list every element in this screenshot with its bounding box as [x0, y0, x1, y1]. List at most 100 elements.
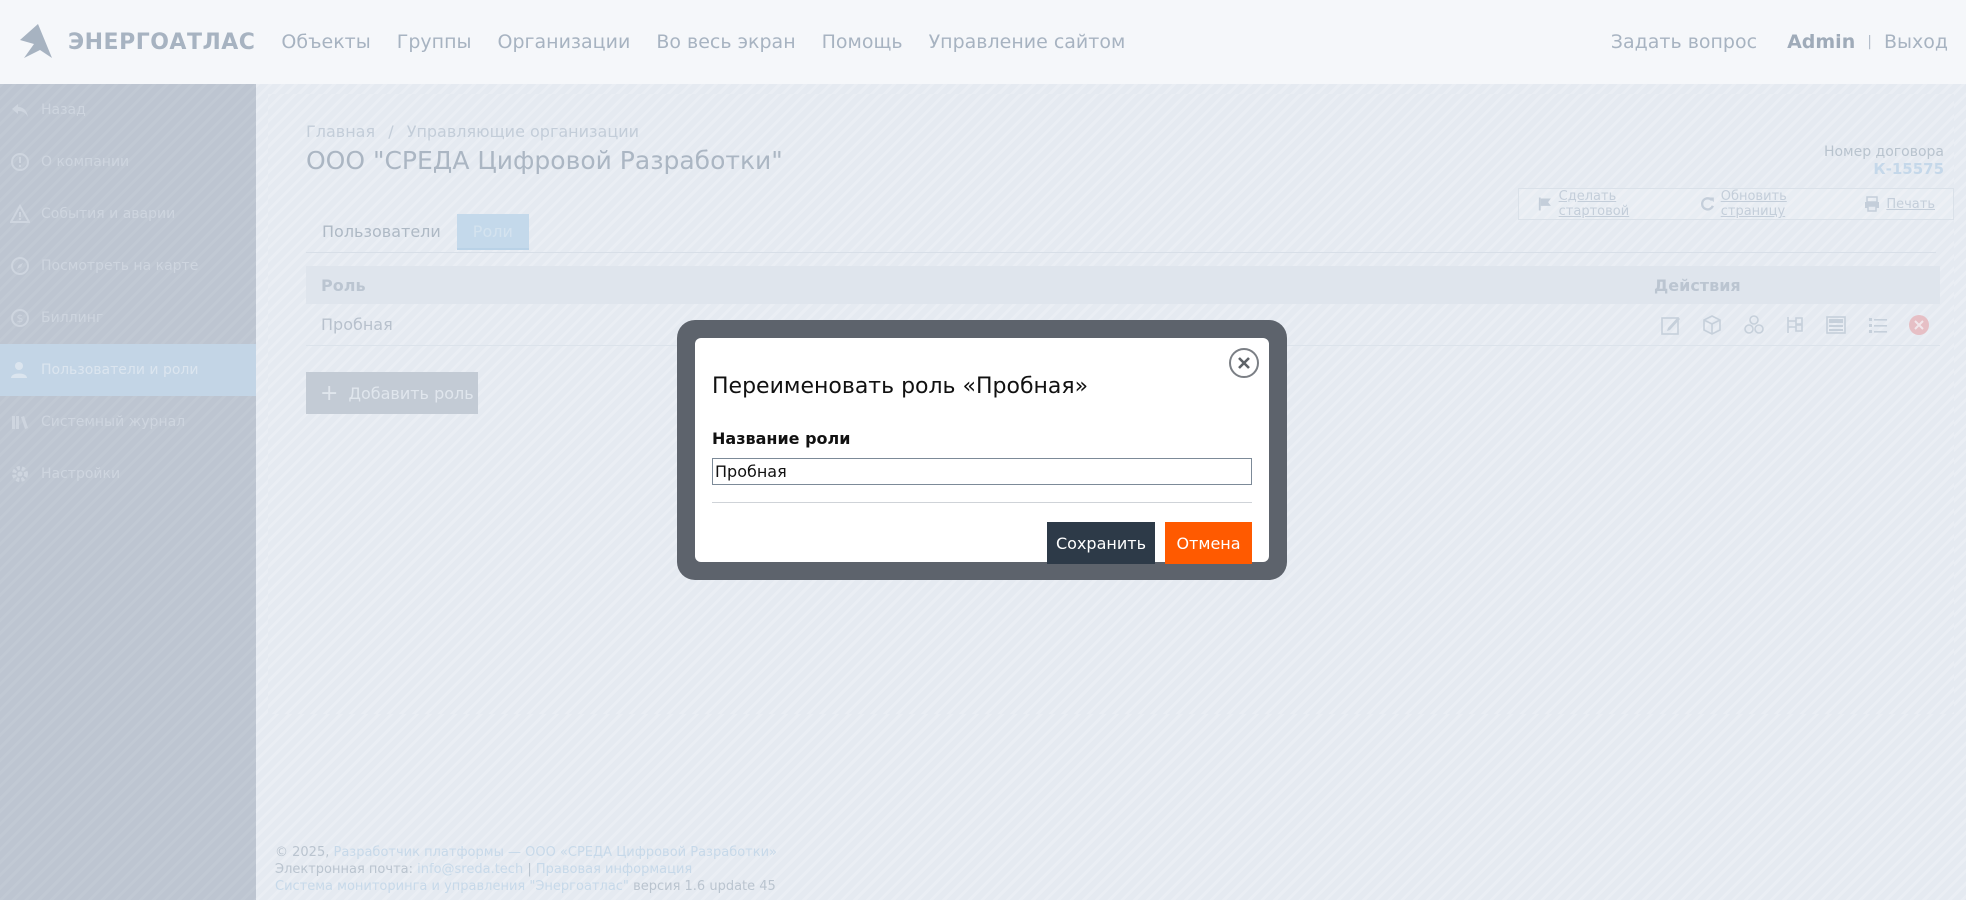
gear-icon: [10, 464, 30, 484]
edit-action[interactable]: [1650, 310, 1691, 340]
breadcrumb-home[interactable]: Главная: [306, 122, 375, 141]
breadcrumb-separator: /: [388, 122, 394, 141]
sidebar-item-back[interactable]: Назад: [0, 84, 256, 136]
close-icon: [1238, 357, 1250, 369]
sidebar-item-label: Настройки: [41, 466, 121, 482]
refresh-icon: [1701, 197, 1715, 211]
header-user-area: Задать вопрос Admin | Выход: [1611, 31, 1948, 53]
sidebar-item-billing[interactable]: $ Биллинг: [0, 292, 256, 344]
nav-fullscreen[interactable]: Во весь экран: [656, 31, 795, 53]
delete-icon: [1909, 314, 1930, 335]
sidebar-item-users-roles[interactable]: Пользователи и роли: [0, 344, 256, 396]
refresh-page-label: Обновить страницу: [1720, 189, 1787, 219]
widgets-action[interactable]: [1816, 310, 1857, 340]
svg-text:$: $: [17, 312, 24, 325]
sidebar: Назад О компании События и аварии Посмот…: [0, 84, 256, 900]
flag-icon: [1538, 197, 1551, 211]
sidebar-item-about[interactable]: О компании: [0, 136, 256, 188]
top-nav: Объекты Группы Организации Во весь экран…: [281, 31, 1151, 53]
dollar-icon: $: [10, 308, 30, 328]
tabs: Пользователи Роли: [306, 214, 529, 250]
top-header: ЭНЕРГОАТЛАС Объекты Группы Организации В…: [0, 0, 1966, 84]
tab-users[interactable]: Пользователи: [306, 214, 457, 250]
cube-icon: [1703, 314, 1721, 335]
print-link[interactable]: Печать: [1863, 195, 1935, 213]
role-name-label: Название роли: [712, 429, 851, 448]
nav-help[interactable]: Помощь: [822, 31, 903, 53]
role-name-input[interactable]: [712, 458, 1252, 485]
logo-text: ЭНЕРГОАТЛАС: [68, 29, 256, 55]
list-action[interactable]: [1857, 310, 1898, 340]
sidebar-item-events[interactable]: События и аварии: [0, 188, 256, 240]
books-icon: [10, 412, 30, 432]
nav-site-management[interactable]: Управление сайтом: [929, 31, 1126, 53]
logo-mark-icon: [20, 24, 52, 58]
footer-email-label: Электронная почта:: [275, 862, 413, 877]
table-header: Роль Действия: [306, 266, 1940, 304]
page-toolbar: Сделать стартовой Обновить страницу Печа…: [1518, 188, 1954, 220]
sidebar-item-label: Пользователи и роли: [41, 362, 199, 378]
footer-legal-link[interactable]: Правовая информация: [536, 862, 692, 877]
compass-icon: [10, 256, 30, 276]
printer-icon: [1865, 196, 1880, 212]
nav-organizations[interactable]: Организации: [498, 31, 631, 53]
make-start-page-link[interactable]: Сделать стартовой: [1537, 189, 1681, 219]
row-actions: [1650, 310, 1940, 340]
contract-info: Номер договора К-15575: [1824, 144, 1944, 178]
footer-system-link[interactable]: Система мониторинга и управления "Энерго…: [275, 879, 629, 894]
rename-role-dialog: Переименовать роль «Пробная» Название ро…: [695, 338, 1269, 564]
permissions-action[interactable]: [1774, 310, 1815, 340]
save-button[interactable]: Сохранить: [1047, 522, 1155, 564]
back-arrow-icon: [10, 100, 30, 120]
cancel-button[interactable]: Отмена: [1165, 522, 1252, 564]
make-start-page-label: Сделать стартовой: [1558, 189, 1630, 219]
sidebar-item-label: Биллинг: [41, 310, 104, 326]
footer-developer-link[interactable]: Разработчик платформы — ООО «СРЕДА Цифро…: [334, 845, 778, 860]
objects-action[interactable]: [1691, 310, 1732, 340]
logout-link[interactable]: Выход: [1884, 31, 1948, 53]
add-role-label: Добавить роль: [348, 383, 474, 403]
tabs-divider: [306, 252, 1936, 253]
footer-copyright: © 2025,: [275, 845, 330, 860]
rename-role-dialog-frame: Переименовать роль «Пробная» Название ро…: [677, 320, 1287, 580]
warning-icon: [10, 204, 30, 224]
page-title: ООО "СРЕДА Цифровой Разработки": [306, 146, 783, 175]
nav-objects[interactable]: Объекты: [281, 31, 370, 53]
sidebar-item-label: Назад: [41, 102, 86, 118]
nav-groups[interactable]: Группы: [397, 31, 472, 53]
plus-icon: +: [320, 380, 339, 406]
breadcrumb: Главная / Управляющие организации: [306, 122, 639, 141]
footer-email-link[interactable]: info@sreda.tech: [417, 862, 523, 877]
panel-icon: [1826, 315, 1847, 334]
sidebar-item-system-log[interactable]: Системный журнал: [0, 396, 256, 448]
sidebar-item-label: Системный журнал: [41, 414, 186, 430]
sidebar-item-settings[interactable]: Настройки: [0, 448, 256, 500]
contract-number[interactable]: К-15575: [1824, 160, 1944, 178]
logo[interactable]: ЭНЕРГОАТЛАС: [18, 22, 255, 62]
column-header-actions: Действия: [1654, 275, 1741, 295]
sidebar-item-label: О компании: [41, 154, 130, 170]
contract-label: Номер договора: [1823, 144, 1944, 160]
sidebar-item-map[interactable]: Посмотреть на карте: [0, 240, 256, 292]
footer-line-2: Электронная почта: info@sreda.tech | Пра…: [275, 861, 1966, 878]
footer-line-1: © 2025, Разработчик платформы — ООО «СРЕ…: [275, 844, 1966, 861]
ask-question-link[interactable]: Задать вопрос: [1611, 31, 1757, 53]
user-name[interactable]: Admin: [1787, 31, 1855, 53]
footer: © 2025, Разработчик платформы — ООО «СРЕ…: [256, 838, 1966, 900]
groups-action[interactable]: [1733, 310, 1774, 340]
breadcrumb-organizations[interactable]: Управляющие организации: [407, 122, 639, 141]
close-button[interactable]: [1229, 348, 1259, 378]
footer-version: версия 1.6 update 45: [633, 879, 776, 894]
footer-separator: |: [527, 862, 532, 877]
dialog-divider: [712, 502, 1252, 503]
refresh-page-link[interactable]: Обновить страницу: [1699, 189, 1845, 219]
footer-line-3: Система мониторинга и управления "Энерго…: [275, 878, 1966, 895]
edit-icon: [1660, 316, 1680, 335]
print-label: Печать: [1886, 196, 1935, 212]
dialog-title: Переименовать роль «Пробная»: [712, 374, 1089, 399]
tab-roles[interactable]: Роли: [456, 214, 529, 250]
add-role-button[interactable]: + Добавить роль: [306, 372, 478, 414]
column-header-role: Роль: [321, 275, 366, 295]
delete-action[interactable]: [1899, 310, 1940, 340]
list-icon: [1868, 317, 1887, 333]
